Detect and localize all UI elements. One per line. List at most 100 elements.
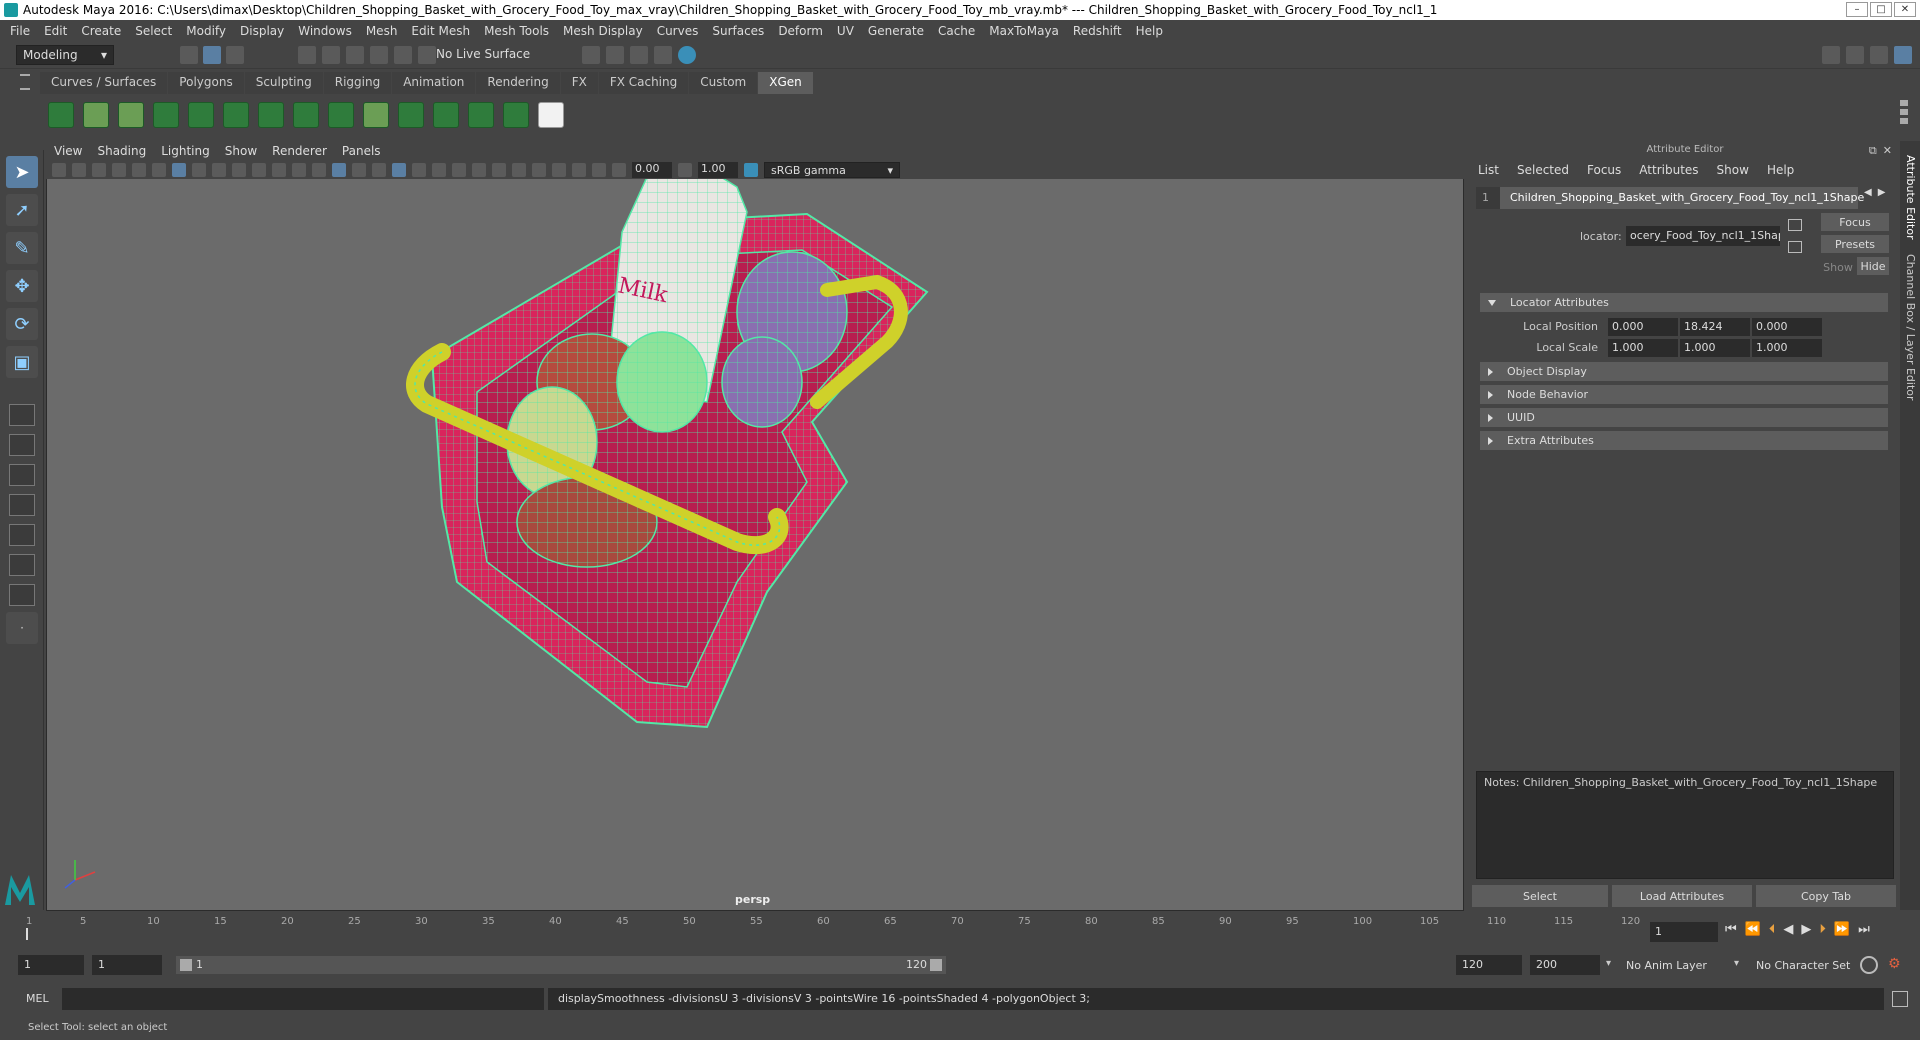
shelf-tab-animation[interactable]: Animation: [392, 72, 476, 94]
current-time-marker[interactable]: [26, 928, 28, 940]
select-object-icon[interactable]: [203, 46, 221, 64]
playback-start-field[interactable]: 1: [92, 955, 162, 975]
time-ruler[interactable]: 1 5 10 15 20 25 30 35 40 45 50 55 60 65 …: [26, 912, 1642, 944]
render-sequence-icon[interactable]: [606, 46, 624, 64]
gamma-field[interactable]: 1.00: [698, 162, 738, 178]
rotate-tool-icon[interactable]: ⟳: [6, 308, 38, 340]
ae-menu-selected[interactable]: Selected: [1517, 163, 1569, 177]
isolate-select-icon[interactable]: [532, 163, 546, 177]
chevron-down-icon[interactable]: ▾: [1734, 958, 1739, 969]
menu-surfaces[interactable]: Surfaces: [712, 24, 764, 38]
shelf-tab-rigging[interactable]: Rigging: [323, 72, 392, 94]
section-extra-attributes[interactable]: Extra Attributes: [1480, 431, 1888, 450]
ae-menu-list[interactable]: List: [1478, 163, 1499, 177]
xgen-noise-icon[interactable]: [503, 102, 529, 128]
persp-outliner-layout-icon[interactable]: [9, 494, 35, 516]
single-layout-icon[interactable]: [9, 404, 35, 426]
menu-create[interactable]: Create: [81, 24, 121, 38]
motion-blur-icon[interactable]: [472, 163, 486, 177]
side-tab-attribute-editor[interactable]: Attribute Editor: [1904, 155, 1917, 240]
menu-mesh-tools[interactable]: Mesh Tools: [484, 24, 549, 38]
snap-curve-icon[interactable]: [322, 46, 340, 64]
tab-next-icon[interactable]: ▶: [1878, 187, 1886, 209]
menu-file[interactable]: File: [10, 24, 30, 38]
move-tool-icon[interactable]: ✥: [6, 270, 38, 302]
view-transform-dropdown[interactable]: sRGB gamma ▾: [764, 162, 900, 178]
section-locator-attributes[interactable]: Locator Attributes: [1480, 293, 1888, 312]
go-to-start-icon[interactable]: ⏮: [1725, 922, 1737, 937]
default-material-icon[interactable]: [352, 163, 366, 177]
shelf-tab-fx[interactable]: FX: [560, 72, 598, 94]
select-button[interactable]: Select: [1472, 885, 1608, 907]
shelf-menu-icon[interactable]: [20, 74, 30, 90]
snap-view-icon[interactable]: [370, 46, 388, 64]
auto-key-icon[interactable]: [1860, 956, 1878, 974]
menu-windows[interactable]: Windows: [298, 24, 352, 38]
vp-menu-show[interactable]: Show: [225, 144, 257, 158]
go-to-input-icon[interactable]: [1788, 219, 1802, 231]
shelf-tab-sculpting[interactable]: Sculpting: [244, 72, 323, 94]
hypershade-icon[interactable]: [678, 46, 696, 64]
resolution-gate-icon[interactable]: [212, 163, 226, 177]
xgen-guides-icon[interactable]: [153, 102, 179, 128]
vp-menu-shading[interactable]: Shading: [97, 144, 146, 158]
step-back-frame-icon[interactable]: ⏴: [1769, 922, 1776, 937]
range-end-handle[interactable]: [930, 959, 942, 971]
shelf-tab-polygons[interactable]: Polygons: [168, 72, 244, 94]
play-forwards-icon[interactable]: ▶: [1801, 922, 1811, 937]
select-hierarchy-icon[interactable]: [180, 46, 198, 64]
chevron-down-icon[interactable]: ▾: [1606, 958, 1611, 969]
menu-help[interactable]: Help: [1136, 24, 1163, 38]
shelf-tab-fx-caching[interactable]: FX Caching: [598, 72, 689, 94]
xgen-editor-icon[interactable]: [48, 102, 74, 128]
node-tab[interactable]: Children_Shopping_Basket_with_Grocery_Fo…: [1500, 187, 1864, 209]
ae-menu-help[interactable]: Help: [1767, 163, 1794, 177]
range-start-handle[interactable]: [180, 959, 192, 971]
animation-end-field[interactable]: 200: [1530, 955, 1600, 975]
toggle-attribute-editor-icon[interactable]: [1846, 46, 1864, 64]
menu-mesh[interactable]: Mesh: [366, 24, 398, 38]
two-d-pan-icon[interactable]: [132, 163, 146, 177]
exposure-icon[interactable]: [612, 163, 626, 177]
scale-tool-icon[interactable]: ▣: [6, 346, 38, 378]
camera-select-icon[interactable]: [52, 163, 66, 177]
menu-cache[interactable]: Cache: [938, 24, 975, 38]
film-gate-icon[interactable]: [192, 163, 206, 177]
lasso-tool-icon[interactable]: ➚: [6, 194, 38, 226]
menu-curves[interactable]: Curves: [657, 24, 699, 38]
select-component-icon[interactable]: [226, 46, 244, 64]
range-slider[interactable]: 1 120: [176, 956, 946, 974]
shelf-tab-curves-surfaces[interactable]: Curves / Surfaces: [40, 72, 168, 94]
step-forward-key-icon[interactable]: ⏩: [1834, 922, 1850, 937]
maximize-button[interactable]: □: [1870, 2, 1892, 17]
presets-button[interactable]: Presets: [1821, 235, 1889, 253]
safe-title-icon[interactable]: [292, 163, 306, 177]
xgen-lock-icon[interactable]: [293, 102, 319, 128]
xgen-hex-icon[interactable]: [538, 102, 564, 128]
render-settings-icon[interactable]: [654, 46, 672, 64]
camera-attributes-icon[interactable]: [72, 163, 86, 177]
melon-model[interactable]: [616, 331, 708, 433]
xgen-preview-icon[interactable]: [83, 102, 109, 128]
tab-prev-icon[interactable]: ◀: [1864, 187, 1872, 209]
xgen-cut-icon[interactable]: [468, 102, 494, 128]
xgen-guide-bend-icon[interactable]: [258, 102, 284, 128]
menu-deform[interactable]: Deform: [778, 24, 823, 38]
mode-dropdown[interactable]: Modeling ▾: [16, 45, 114, 65]
vp-menu-renderer[interactable]: Renderer: [272, 144, 327, 158]
close-button[interactable]: ✕: [1894, 2, 1916, 17]
command-input[interactable]: [62, 988, 544, 1010]
more-layouts-icon[interactable]: ·: [6, 612, 38, 644]
shelf-tab-rendering[interactable]: Rendering: [476, 72, 560, 94]
hide-button[interactable]: Hide: [1857, 257, 1889, 275]
xray-joints-icon[interactable]: [572, 163, 586, 177]
toggle-channel-box-icon[interactable]: [1894, 46, 1912, 64]
paint-select-tool-icon[interactable]: ✎: [6, 232, 38, 264]
xray-components-icon[interactable]: [592, 163, 606, 177]
local-scale-z[interactable]: 1.000: [1752, 338, 1822, 357]
menu-redshift[interactable]: Redshift: [1073, 24, 1122, 38]
anim-layer-dropdown[interactable]: No Anim Layer: [1626, 959, 1707, 972]
step-forward-frame-icon[interactable]: ⏵: [1819, 922, 1826, 937]
local-position-z[interactable]: 0.000: [1752, 317, 1822, 336]
outliner-layout-icon[interactable]: [9, 584, 35, 606]
